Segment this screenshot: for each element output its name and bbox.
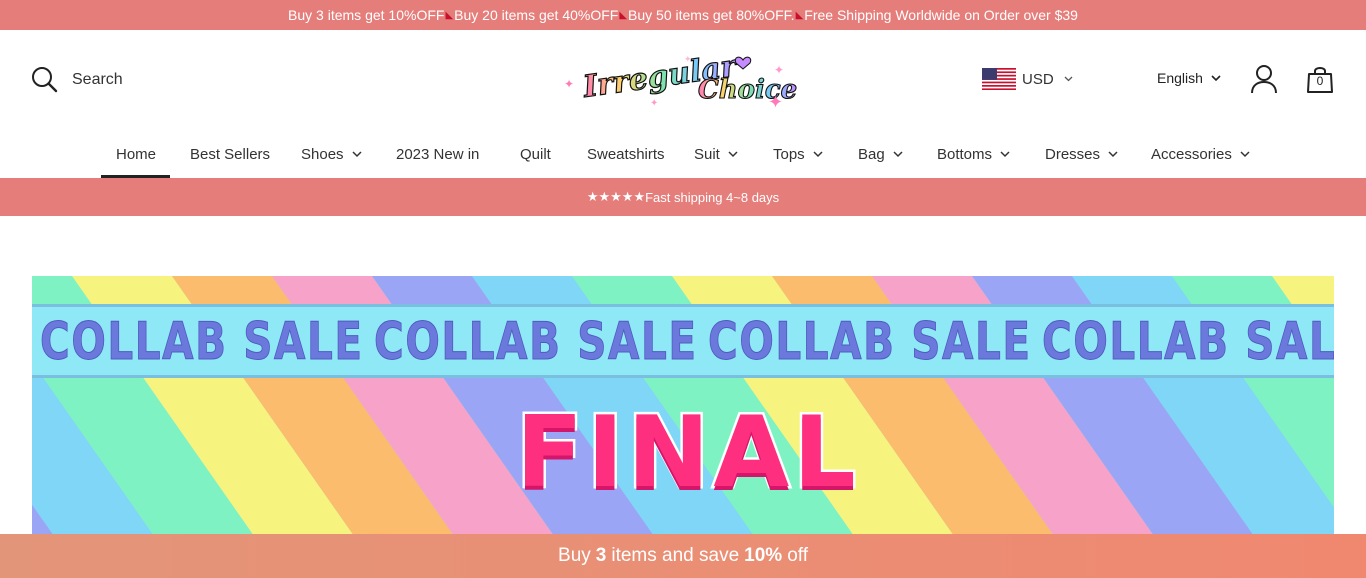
hero-banner[interactable]: COLLAB SALE COLLAB SALE COLLAB SALE COLL…	[32, 276, 1334, 534]
nav-item-tops[interactable]: Tops	[773, 130, 823, 178]
language-label: English	[1157, 70, 1203, 86]
chevron-down-icon	[813, 150, 823, 157]
nav-item-2023-new-in[interactable]: 2023 New in	[396, 130, 479, 178]
promo-prefix: Buy	[558, 545, 591, 566]
nav-label: Bag	[858, 145, 885, 163]
promo-suffix: off	[787, 545, 808, 566]
site-logo[interactable]: Irregular Choice ✦ ✦ ✦ ✦ ✦	[560, 48, 806, 112]
us-flag-icon	[982, 68, 1016, 90]
chevron-down-icon	[1000, 150, 1010, 157]
nav-item-suit[interactable]: Suit	[694, 130, 738, 178]
nav-item-bag[interactable]: Bag	[858, 130, 903, 178]
announcement-bar: Buy 3 items get 10%OFF ◣ Buy 20 items ge…	[0, 0, 1366, 30]
nav-label: Sweatshirts	[587, 145, 665, 163]
nav-item-dresses[interactable]: Dresses	[1045, 130, 1118, 178]
svg-text:✦: ✦	[564, 77, 574, 91]
chevron-down-icon	[893, 150, 903, 157]
chevron-down-icon	[352, 150, 362, 157]
nav-label: Dresses	[1045, 145, 1101, 163]
promo-middle: items and save	[611, 545, 740, 566]
nav-item-best-sellers[interactable]: Best Sellers	[190, 130, 270, 178]
chevron-down-icon	[728, 150, 738, 157]
svg-text:✦: ✦	[650, 98, 658, 109]
nav-label: Best Sellers	[190, 145, 271, 163]
cart-button[interactable]: 0	[1306, 64, 1334, 99]
chevron-down-icon	[1240, 150, 1250, 157]
chevron-down-icon	[1211, 74, 1221, 81]
banner-headline: FINAL	[514, 394, 860, 513]
nav-item-shoes[interactable]: Shoes	[301, 130, 362, 178]
language-selector[interactable]: English	[1157, 70, 1221, 86]
announcement-offer-3: Buy 50 items get 80%OFF.	[628, 7, 795, 23]
shipping-bar: ★★★★★ Fast shipping 4~8 days	[0, 178, 1366, 216]
site-header: Search Irregular Choice ✦ ✦ ✦ ✦ ✦ USD En…	[0, 30, 1366, 130]
chevron-down-icon	[1064, 76, 1073, 82]
nav-label: Shoes	[301, 145, 344, 163]
nav-label: Home	[116, 145, 157, 163]
nav-label: Suit	[694, 145, 720, 163]
shipping-text: Fast shipping 4~8 days	[645, 189, 780, 205]
nav-item-accessories[interactable]: Accessories	[1151, 130, 1250, 178]
currency-label: USD	[1022, 70, 1054, 88]
nav-item-quilt[interactable]: Quilt	[520, 130, 551, 178]
high-heel-shoe-icon: ◣	[445, 9, 454, 21]
nav-label: Quilt	[520, 145, 551, 163]
user-icon	[1251, 65, 1277, 94]
search-label: Search	[72, 70, 123, 88]
cart-count: 0	[1316, 74, 1324, 88]
collab-sale-text: COLLAB SALE	[708, 312, 1032, 373]
collab-sale-text: COLLAB SALE	[40, 312, 364, 373]
nav-item-bottoms[interactable]: Bottoms	[937, 130, 1010, 178]
svg-text:✦: ✦	[774, 63, 784, 77]
announcement-offer-2: Buy 20 items get 40%OFF	[454, 7, 619, 23]
nav-item-home[interactable]: Home	[116, 130, 156, 178]
promo-quantity: 3	[595, 545, 607, 566]
main-nav: Home Best Sellers Shoes 2023 New in Quil…	[0, 130, 1366, 178]
svg-text:✦: ✦	[768, 92, 783, 112]
currency-selector[interactable]: USD	[982, 68, 1073, 90]
nav-label: Bottoms	[937, 145, 993, 163]
svg-text:✦: ✦	[684, 54, 692, 64]
chevron-down-icon	[1108, 150, 1118, 157]
nav-label: Tops	[773, 145, 805, 163]
collab-sale-text: COLLAB SALE	[1042, 312, 1334, 373]
account-button[interactable]	[1250, 64, 1278, 99]
search-button[interactable]: Search	[31, 66, 123, 93]
high-heel-shoe-icon: ◣	[619, 9, 628, 21]
collab-sale-text: COLLAB SALE	[374, 312, 698, 373]
search-icon	[32, 67, 58, 93]
rating-stars: ★★★★★	[586, 189, 646, 204]
announcement-shipping: Free Shipping Worldwide on Order over $3…	[804, 7, 1078, 23]
announcement-offer-1: Buy 3 items get 10%OFF	[288, 7, 445, 23]
promo-bar[interactable]: Buy 3 items and save 10% off	[0, 534, 1366, 578]
nav-label: Accessories	[1151, 145, 1232, 163]
nav-item-sweatshirts[interactable]: Sweatshirts	[587, 130, 665, 178]
high-heel-shoe-icon: ◣	[795, 9, 804, 21]
nav-label: 2023 New in	[396, 145, 480, 163]
promo-discount: 10%	[744, 545, 783, 566]
